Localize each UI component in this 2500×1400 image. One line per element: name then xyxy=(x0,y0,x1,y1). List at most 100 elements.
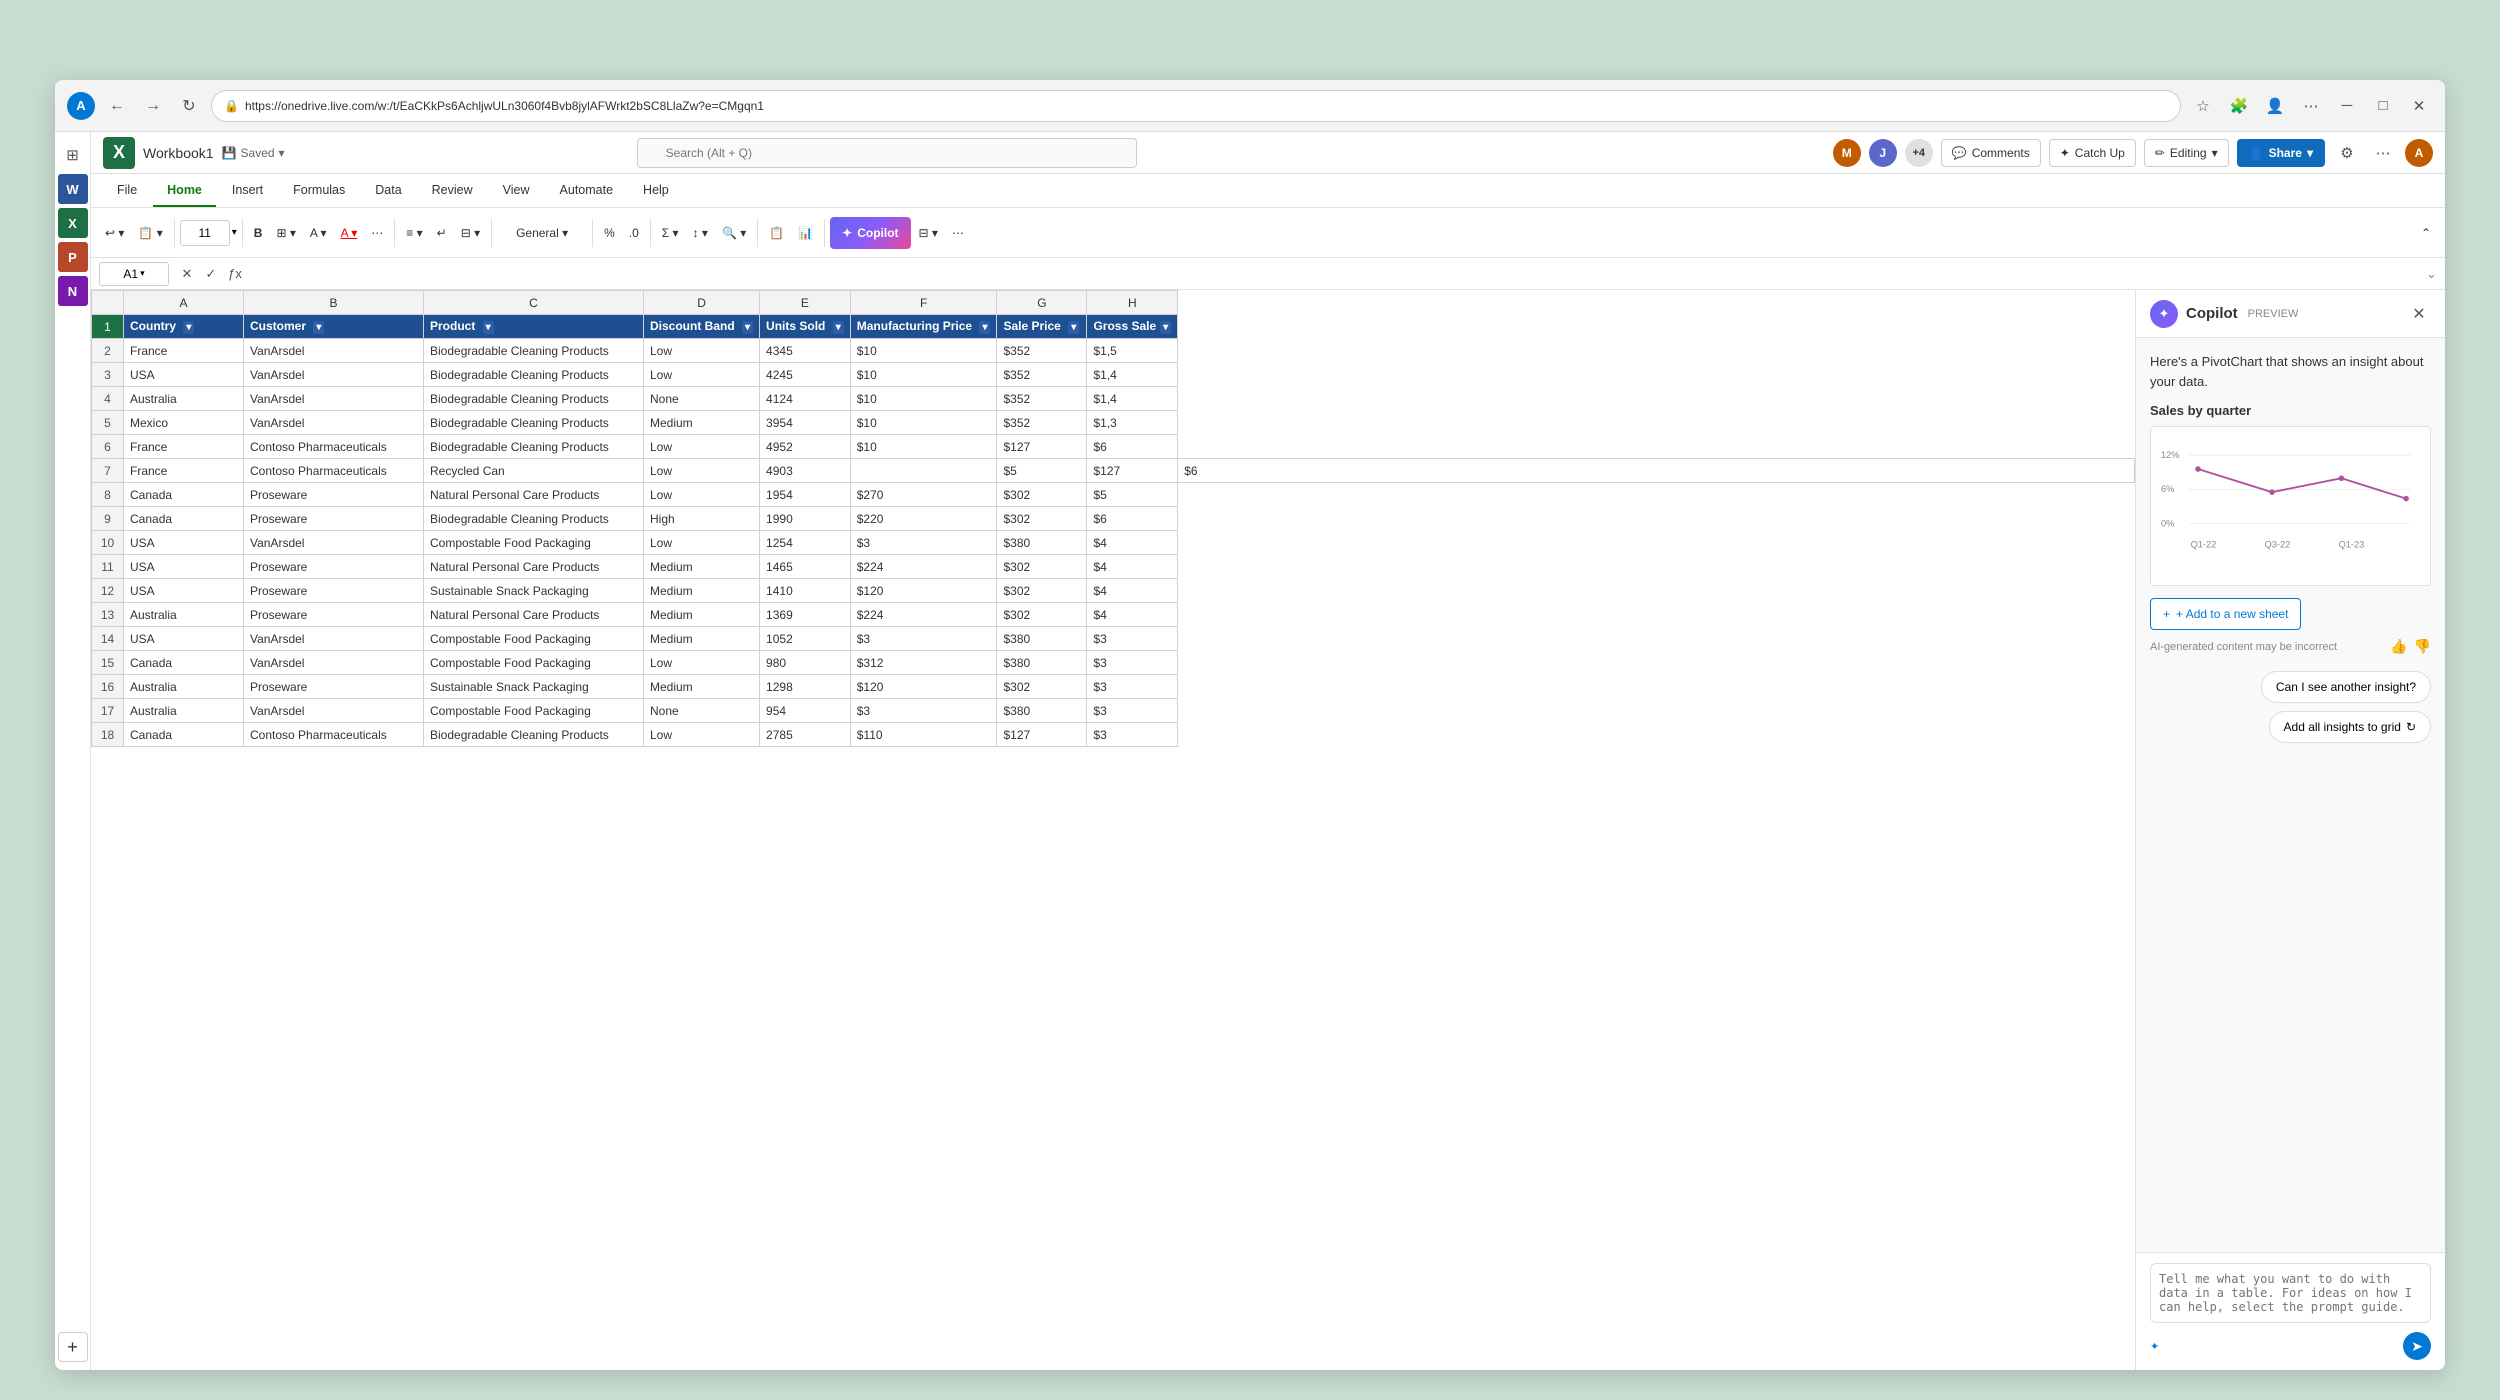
copilot-text-input[interactable] xyxy=(2150,1263,2431,1323)
table-row[interactable]: $220 xyxy=(850,507,997,531)
user-avatar-2[interactable]: J xyxy=(1869,139,1897,167)
table-row[interactable]: Sustainable Snack Packaging xyxy=(424,675,644,699)
tab-insert[interactable]: Insert xyxy=(218,175,277,207)
maximize-button[interactable]: □ xyxy=(2369,92,2397,120)
see-another-insight-button[interactable]: Can I see another insight? xyxy=(2261,671,2431,703)
favorites-icon[interactable]: ☆ xyxy=(2189,92,2217,120)
table-row[interactable]: Biodegradable Cleaning Products xyxy=(424,507,644,531)
table-row[interactable]: Australia xyxy=(124,699,244,723)
table-row[interactable]: Proseware xyxy=(244,603,424,627)
table-row[interactable]: Biodegradable Cleaning Products xyxy=(424,339,644,363)
table-row[interactable]: Low xyxy=(644,435,760,459)
confirm-formula-button[interactable]: ✓ xyxy=(201,264,221,284)
col-header-e[interactable]: E xyxy=(760,291,851,315)
sort-filter-button[interactable]: ↕ ▾ xyxy=(687,215,714,251)
analyze-button[interactable]: 📊 xyxy=(792,215,819,251)
expand-formula-button[interactable]: ⌄ xyxy=(2426,266,2437,282)
more-options-icon[interactable]: ⋯ xyxy=(2369,139,2397,167)
table-row[interactable]: Natural Personal Care Products xyxy=(424,483,644,507)
table-row[interactable]: $352 xyxy=(997,363,1087,387)
fill-color-button[interactable]: A ▾ xyxy=(304,215,333,251)
table-row[interactable]: $4 xyxy=(1087,531,1178,555)
table-row[interactable]: $10 xyxy=(850,363,997,387)
table-row[interactable]: $224 xyxy=(850,555,997,579)
cancel-formula-button[interactable]: ✕ xyxy=(177,264,197,284)
share-button[interactable]: 👤 Share ▾ xyxy=(2237,139,2325,167)
header-sale[interactable]: Sale Price ▾ xyxy=(997,315,1087,339)
row-num-6[interactable]: 6 xyxy=(92,435,124,459)
table-row[interactable]: 4903 xyxy=(760,459,851,483)
table-row[interactable]: $380 xyxy=(997,531,1087,555)
table-row[interactable]: $6 xyxy=(1178,459,2135,483)
header-customer[interactable]: Customer ▾ xyxy=(244,315,424,339)
header-discount[interactable]: Discount Band ▾ xyxy=(644,315,760,339)
table-row[interactable]: $1,4 xyxy=(1087,363,1178,387)
table-row[interactable]: $5 xyxy=(1087,483,1178,507)
table-row[interactable]: VanArsdel xyxy=(244,339,424,363)
profile-icon[interactable]: 👤 xyxy=(2261,92,2289,120)
table-row[interactable]: Low xyxy=(644,363,760,387)
thumbs-up-button[interactable]: 👍 xyxy=(2390,638,2407,655)
table-row[interactable]: Contoso Pharmaceuticals xyxy=(244,459,424,483)
header-gross[interactable]: Gross Sale▾ xyxy=(1087,315,1178,339)
align-button[interactable]: ≡ ▾ xyxy=(400,215,428,251)
tab-data[interactable]: Data xyxy=(361,175,415,207)
editing-button[interactable]: ✏ Editing ▾ xyxy=(2144,139,2229,167)
table-row[interactable]: Proseware xyxy=(244,555,424,579)
address-bar[interactable]: 🔒 https://onedrive.live.com/w:/t/EaCKkPs… xyxy=(211,90,2181,122)
table-row[interactable]: None xyxy=(644,387,760,411)
row-num-2[interactable]: 2 xyxy=(92,339,124,363)
table-row[interactable]: $110 xyxy=(850,723,997,747)
table-row[interactable]: $10 xyxy=(850,411,997,435)
table-row[interactable]: $4 xyxy=(1087,603,1178,627)
table-row[interactable]: VanArsdel xyxy=(244,363,424,387)
table-row[interactable]: Low xyxy=(644,723,760,747)
table-row[interactable]: Medium xyxy=(644,603,760,627)
table-row[interactable]: Canada xyxy=(124,651,244,675)
table-row[interactable]: Recycled Can xyxy=(424,459,644,483)
table-row[interactable]: $4 xyxy=(1087,579,1178,603)
search-input[interactable] xyxy=(637,138,1137,168)
table-row[interactable]: Medium xyxy=(644,627,760,651)
table-row[interactable]: USA xyxy=(124,363,244,387)
table-row[interactable]: None xyxy=(644,699,760,723)
table-row[interactable]: Compostable Food Packaging xyxy=(424,699,644,723)
copilot-close-button[interactable]: ✕ xyxy=(2407,302,2431,326)
comments-button[interactable]: 💬 Comments xyxy=(1941,139,2041,167)
back-button[interactable]: ← xyxy=(103,92,131,120)
table-row[interactable]: $224 xyxy=(850,603,997,627)
font-color-button[interactable]: A ▾ xyxy=(335,215,364,251)
row-num-11[interactable]: 11 xyxy=(92,555,124,579)
cell-ref-chevron[interactable]: ▾ xyxy=(140,268,145,279)
table-row[interactable]: $3 xyxy=(1087,675,1178,699)
add-to-sheet-button[interactable]: + + Add to a new sheet xyxy=(2150,598,2301,630)
table-row[interactable]: $3 xyxy=(1087,651,1178,675)
merge-button[interactable]: ⊟ ▾ xyxy=(455,215,486,251)
collapse-ribbon-button[interactable]: ⌃ xyxy=(2415,215,2437,251)
table-row[interactable]: Biodegradable Cleaning Products xyxy=(424,363,644,387)
table-row[interactable]: Biodegradable Cleaning Products xyxy=(424,387,644,411)
number-format-dropdown[interactable]: General ▾ xyxy=(497,215,587,251)
settings-icon[interactable]: ⚙ xyxy=(2333,139,2361,167)
row-num-7[interactable]: 7 xyxy=(92,459,124,483)
table-row[interactable]: $120 xyxy=(850,579,997,603)
col-header-h[interactable]: H xyxy=(1087,291,1178,315)
table-row[interactable]: 980 xyxy=(760,651,851,675)
apps-icon[interactable]: ⊞ xyxy=(58,140,88,170)
forward-button[interactable]: → xyxy=(139,92,167,120)
table-row[interactable]: $302 xyxy=(997,579,1087,603)
table-row[interactable]: Low xyxy=(644,531,760,555)
onenote-icon[interactable]: N xyxy=(58,276,88,306)
table-row[interactable]: VanArsdel xyxy=(244,387,424,411)
table-row[interactable]: $302 xyxy=(997,675,1087,699)
table-row[interactable]: 1298 xyxy=(760,675,851,699)
table-row[interactable]: Mexico xyxy=(124,411,244,435)
col-header-f[interactable]: F xyxy=(850,291,997,315)
table-row[interactable]: Natural Personal Care Products xyxy=(424,555,644,579)
decimal-increase-button[interactable]: .0 xyxy=(623,215,645,251)
row-num-4[interactable]: 4 xyxy=(92,387,124,411)
table-row[interactable]: Biodegradable Cleaning Products xyxy=(424,723,644,747)
table-row[interactable]: $380 xyxy=(997,627,1087,651)
table-row[interactable]: Proseware xyxy=(244,507,424,531)
table-row[interactable]: 1465 xyxy=(760,555,851,579)
